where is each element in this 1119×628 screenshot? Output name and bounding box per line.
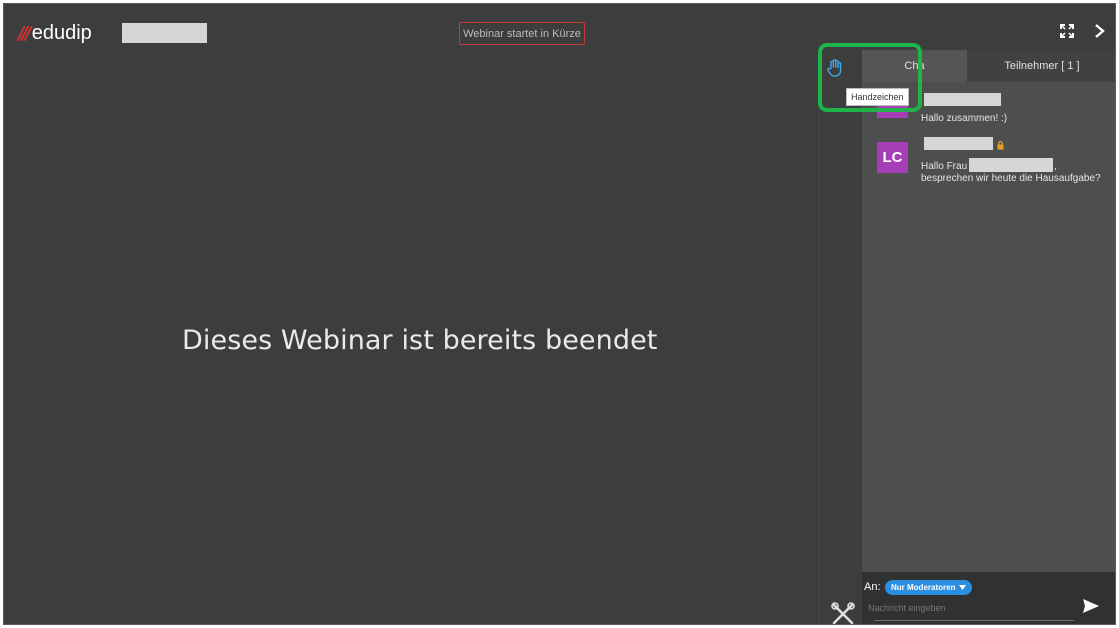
webinar-ended-message: Dieses Webinar ist bereits beendet bbox=[182, 325, 658, 356]
avatar: LC bbox=[877, 142, 908, 173]
recipient-label: An: bbox=[864, 581, 881, 593]
chat-compose: An: Nur Moderatoren bbox=[862, 572, 1115, 624]
fullscreen-icon bbox=[1060, 24, 1074, 38]
edudip-logo: /// edudip bbox=[18, 22, 92, 44]
side-panel: Cha Teilnehmer [ 1 ] Hallo zusammen! :) … bbox=[862, 50, 1115, 624]
redacted-username bbox=[924, 93, 1001, 106]
redacted-username bbox=[924, 137, 993, 150]
tools-button[interactable] bbox=[831, 602, 857, 624]
send-button[interactable] bbox=[1082, 598, 1104, 616]
chat-message-text: Hallo zusammen! :) bbox=[921, 113, 1008, 124]
redacted-name bbox=[969, 158, 1053, 172]
chat-message-input[interactable] bbox=[868, 600, 1068, 616]
send-icon bbox=[1083, 599, 1099, 613]
chat-message-text: besprechen wir heute die Hausaufgabe? bbox=[921, 173, 1101, 184]
input-underline bbox=[874, 620, 1074, 621]
chat-message-punct: , bbox=[1054, 161, 1057, 172]
tools-icon bbox=[831, 602, 855, 624]
recipient-value: Nur Moderatoren bbox=[891, 583, 956, 592]
logo-slashes: /// bbox=[18, 22, 32, 44]
webinar-window: /// edudip Webinar startet in Kürze Dies… bbox=[3, 3, 1116, 625]
chevron-down-icon bbox=[959, 585, 967, 590]
redacted-webinar-title bbox=[122, 23, 207, 43]
recipient-dropdown[interactable]: Nur Moderatoren bbox=[885, 580, 973, 595]
collapse-panel-button[interactable] bbox=[1089, 20, 1111, 42]
lock-icon bbox=[997, 141, 1004, 150]
chevron-right-icon bbox=[1095, 24, 1105, 38]
hand-raise-tooltip: Handzeichen bbox=[846, 88, 909, 106]
chat-message-text: Hallo Frau bbox=[921, 161, 968, 172]
fullscreen-button[interactable] bbox=[1056, 20, 1078, 42]
stage-divider bbox=[819, 50, 820, 624]
webinar-status-badge: Webinar startet in Kürze bbox=[459, 22, 585, 45]
logo-text: edudip bbox=[31, 21, 92, 44]
tab-participants[interactable]: Teilnehmer [ 1 ] bbox=[967, 50, 1115, 82]
